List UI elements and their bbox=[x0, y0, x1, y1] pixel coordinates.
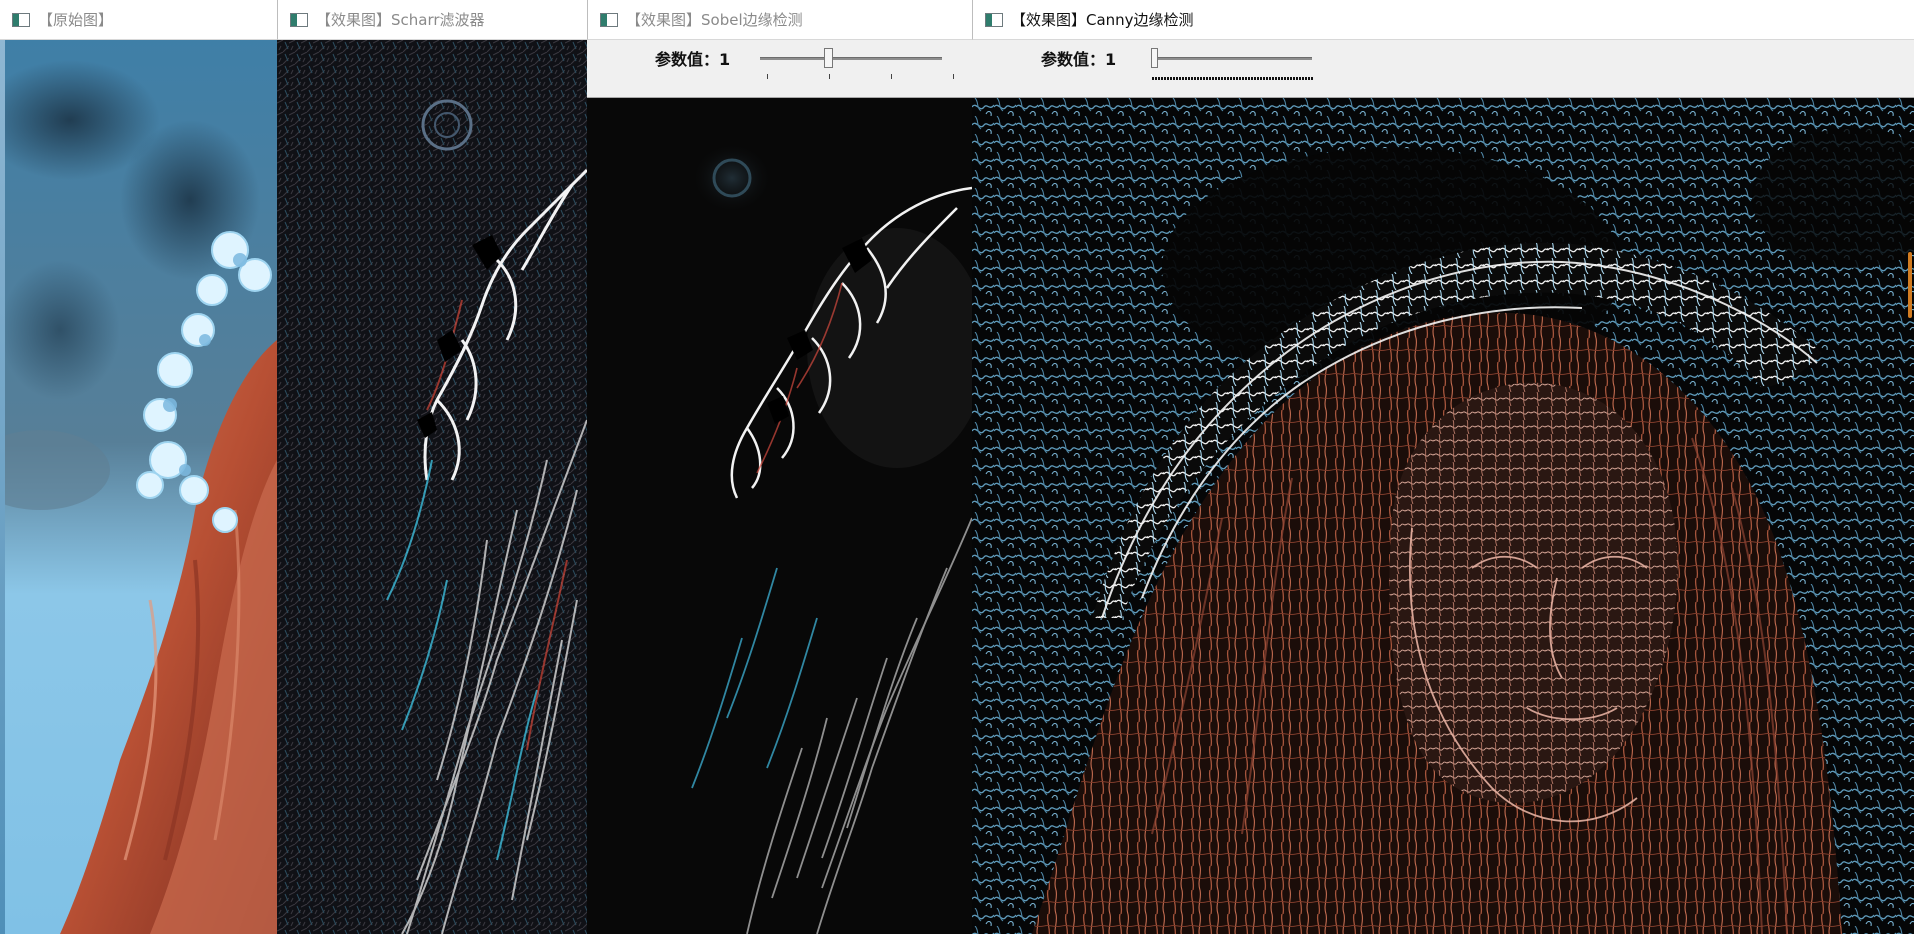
window-title: 【效果图】Scharr滤波器 bbox=[316, 11, 485, 29]
opencv-window-icon bbox=[12, 12, 30, 27]
desktop-edge bbox=[0, 40, 5, 934]
canny-window: 【效果图】Canny边缘检测 参数值：1 bbox=[972, 0, 1914, 934]
scharr-window: 【效果图】Scharr滤波器 bbox=[277, 0, 587, 934]
window-titlebar[interactable]: 【效果图】Scharr滤波器 bbox=[277, 0, 587, 40]
window-titlebar[interactable]: 【效果图】Canny边缘检测 bbox=[972, 0, 1914, 40]
canny-edge-image bbox=[972, 98, 1914, 934]
window-title: 【效果图】Canny边缘检测 bbox=[1011, 11, 1194, 29]
trackbar-tick bbox=[953, 74, 954, 79]
sobel-image-view bbox=[587, 98, 972, 934]
trackbar-thumb[interactable] bbox=[1151, 48, 1158, 68]
scharr-edge-image bbox=[277, 40, 587, 934]
opencv-window-icon bbox=[985, 12, 1003, 27]
trackbar-tick-marks bbox=[1152, 77, 1313, 80]
trackbar-track[interactable] bbox=[1152, 57, 1312, 60]
canny-image-view bbox=[972, 98, 1914, 934]
opencv-window-icon bbox=[290, 12, 308, 27]
window-titlebar[interactable]: 【效果图】Sobel边缘检测 bbox=[587, 0, 972, 40]
trackbar-thumb[interactable] bbox=[824, 48, 833, 68]
scrollbar-indicator[interactable] bbox=[1908, 252, 1912, 318]
opencv-window-icon bbox=[600, 12, 618, 27]
window-title: 【原始图】 bbox=[38, 11, 114, 29]
original-image-view bbox=[0, 40, 277, 934]
trackbar-tick bbox=[891, 74, 892, 79]
trackbar-tick bbox=[829, 74, 830, 79]
sobel-window: 【效果图】Sobel边缘检测 参数值：1 bbox=[587, 0, 972, 934]
trackbar-tick bbox=[767, 74, 768, 79]
sobel-trackbar-panel: 参数值：1 bbox=[587, 40, 972, 98]
original-photo bbox=[0, 40, 277, 934]
trackbar-track[interactable] bbox=[760, 57, 942, 60]
original-image-window: 【原始图】 bbox=[0, 0, 277, 934]
window-titlebar[interactable]: 【原始图】 bbox=[0, 0, 277, 40]
trackbar-label: 参数值：1 bbox=[1041, 50, 1117, 69]
trackbar-label: 参数值：1 bbox=[655, 50, 731, 69]
scharr-image-view bbox=[277, 40, 587, 934]
sobel-edge-image bbox=[587, 98, 972, 934]
window-title: 【效果图】Sobel边缘检测 bbox=[626, 11, 803, 29]
canny-trackbar-panel: 参数值：1 bbox=[972, 40, 1914, 98]
